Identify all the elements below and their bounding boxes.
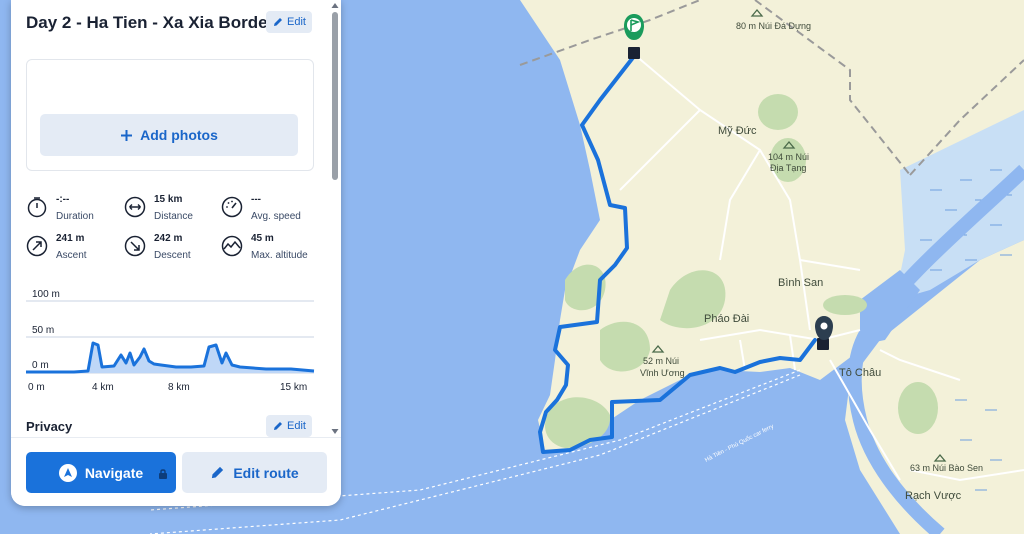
duration-value: -:-- xyxy=(56,194,70,205)
panel-scrollbar[interactable] xyxy=(329,0,341,437)
plus-icon xyxy=(121,129,133,141)
label-peak-vinh-1: 52 m Núi xyxy=(643,356,679,366)
label-peak-tang-2: Địa Tạng xyxy=(770,163,806,173)
avg-speed-value: --- xyxy=(251,194,261,205)
pencil-icon xyxy=(212,466,224,479)
stat-avg-speed: --- Avg. speed xyxy=(221,193,301,224)
edit-title-button[interactable]: Edit xyxy=(266,11,312,33)
scroll-thumb[interactable] xyxy=(332,12,338,180)
add-photos-label: Add photos xyxy=(140,127,218,143)
action-bar: Navigate Edit route xyxy=(11,437,341,506)
x-tick-4: 4 km xyxy=(92,382,114,393)
edit-route-button[interactable]: Edit route xyxy=(182,452,327,493)
route-title: Day 2 - Ha Tien - Xa Xia Border xyxy=(26,13,275,32)
pencil-icon xyxy=(274,422,283,430)
lock-icon xyxy=(159,469,167,479)
y-tick-100: 100 m xyxy=(32,289,60,300)
add-photos-button[interactable]: Add photos xyxy=(40,114,298,156)
distance-icon xyxy=(124,196,146,218)
stat-max-altitude: 45 m Max. altitude xyxy=(221,232,308,263)
elevation-line xyxy=(26,341,315,374)
photo-area: Add photos xyxy=(26,59,314,171)
speedometer-icon xyxy=(221,196,243,218)
distance-value: 15 km xyxy=(154,194,183,205)
route-details: Day 2 - Ha Tien - Xa Xia Border Edit Add… xyxy=(11,0,329,437)
stat-distance: 15 km Distance xyxy=(124,193,193,224)
edit-privacy-label: Edit xyxy=(287,420,306,432)
label-peak-vinh-2: Vĩnh Ương xyxy=(640,368,685,378)
scroll-up-icon[interactable] xyxy=(331,3,339,8)
label-peak-dung: 80 m Núi Đá Dựng xyxy=(736,21,811,31)
x-tick-8: 8 km xyxy=(168,382,190,393)
ascent-label: Ascent xyxy=(56,250,87,261)
navigate-label: Navigate xyxy=(84,464,144,481)
label-binh-san: Bình San xyxy=(778,277,823,289)
max-altitude-label: Max. altitude xyxy=(251,250,308,261)
duration-label: Duration xyxy=(56,211,94,222)
label-to-chau: Tô Châu xyxy=(839,367,881,379)
route-panel: Day 2 - Ha Tien - Xa Xia Border Edit Add… xyxy=(11,0,341,506)
edit-route-label: Edit route xyxy=(233,464,299,481)
label-my-duc: Mỹ Đức xyxy=(718,125,757,137)
stat-descent: 242 m Descent xyxy=(124,232,191,263)
descent-value: 242 m xyxy=(154,233,183,244)
edit-privacy-button[interactable]: Edit xyxy=(266,415,312,437)
avg-speed-label: Avg. speed xyxy=(251,211,301,222)
distance-label: Distance xyxy=(154,211,193,222)
y-tick-50: 50 m xyxy=(32,325,54,336)
scroll-down-icon[interactable] xyxy=(331,429,339,434)
descent-label: Descent xyxy=(154,250,191,261)
ascent-arrow-icon xyxy=(26,235,48,257)
stat-ascent: 241 m Ascent xyxy=(26,232,87,263)
max-altitude-value: 45 m xyxy=(251,233,274,244)
label-phao-dai: Pháo Đài xyxy=(704,313,749,325)
pencil-icon xyxy=(274,18,283,26)
navigate-button[interactable]: Navigate xyxy=(26,452,176,493)
elevation-chart[interactable]: 100 m 50 m 0 m 0 m 4 km 8 km 15 km xyxy=(26,283,316,393)
stat-duration: -:-- Duration xyxy=(26,193,94,224)
edit-title-label: Edit xyxy=(287,16,306,28)
label-rach-vuoc: Rạch Vược xyxy=(905,490,962,502)
y-tick-0: 0 m xyxy=(32,360,49,371)
altitude-icon xyxy=(221,235,243,257)
privacy-heading: Privacy xyxy=(26,419,73,434)
ascent-value: 241 m xyxy=(56,233,85,244)
x-tick-15: 15 km xyxy=(280,382,307,393)
descent-arrow-icon xyxy=(124,235,146,257)
stopwatch-icon xyxy=(27,197,47,218)
label-peak-bao-sen: 63 m Núi Bào Sen xyxy=(910,463,983,473)
x-tick-0: 0 m xyxy=(28,382,45,393)
navigation-arrow-icon xyxy=(58,463,77,482)
label-peak-tang-1: 104 m Núi xyxy=(768,152,809,162)
